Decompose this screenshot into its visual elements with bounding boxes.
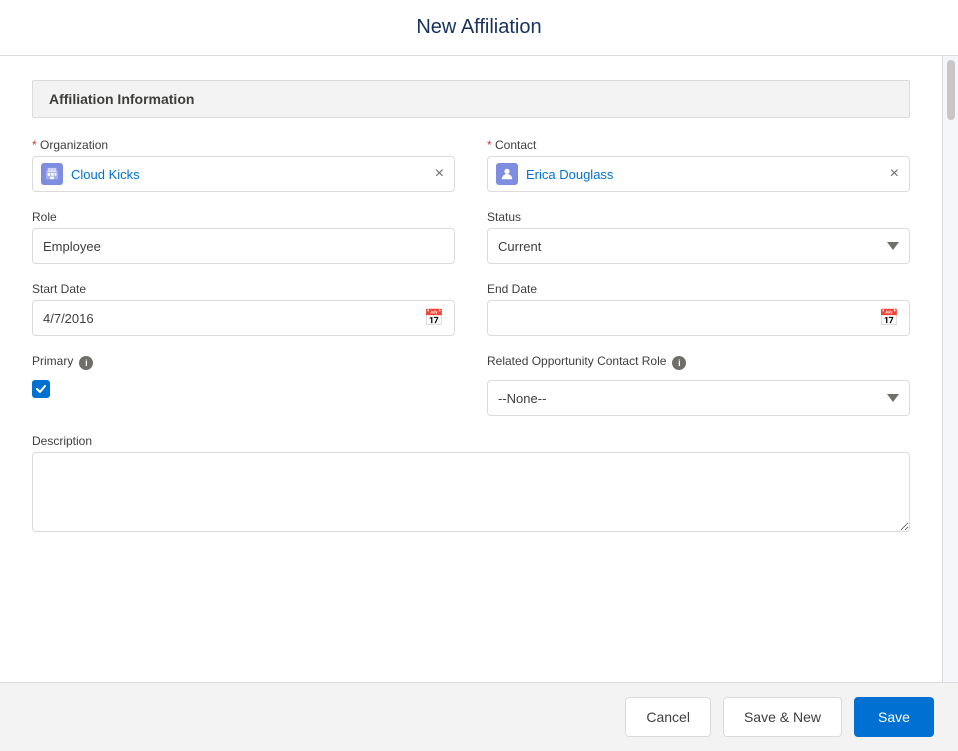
organization-label: Organization — [32, 138, 455, 152]
cancel-button[interactable]: Cancel — [625, 697, 711, 737]
primary-info-icon[interactable]: i — [79, 356, 93, 370]
role-group: Role — [32, 210, 455, 264]
description-group: Description — [32, 434, 910, 532]
modal-content-area[interactable]: Affiliation Information Organization — [0, 56, 942, 682]
primary-group: Primary i — [32, 354, 455, 416]
start-date-field[interactable]: 4/7/2016 📅 — [32, 300, 455, 336]
related-opportunity-label-row: Related Opportunity Contact Role i — [487, 354, 910, 372]
primary-checkbox-wrapper — [32, 380, 455, 398]
contact-value: Erica Douglass — [526, 167, 888, 182]
save-new-button[interactable]: Save & New — [723, 697, 842, 737]
contact-clear-button[interactable]: × — [888, 164, 901, 184]
modal-wrapper: Affiliation Information Organization — [0, 56, 958, 682]
start-date-calendar-icon[interactable]: 📅 — [424, 308, 444, 328]
description-label: Description — [32, 434, 910, 448]
section-label: Affiliation Information — [49, 91, 194, 107]
primary-label: Primary — [32, 354, 73, 368]
contact-group: Contact Erica Douglass × — [487, 138, 910, 192]
organization-group: Organization Cloud Kicks × — [32, 138, 455, 192]
organization-clear-button[interactable]: × — [433, 164, 446, 184]
start-date-label: Start Date — [32, 282, 455, 296]
organization-value: Cloud Kicks — [71, 167, 433, 182]
contact-field[interactable]: Erica Douglass × — [487, 156, 910, 192]
description-textarea[interactable] — [32, 452, 910, 532]
status-group: Status Current --None-- Former — [487, 210, 910, 264]
section-header: Affiliation Information — [32, 80, 910, 118]
status-label: Status — [487, 210, 910, 224]
end-date-group: End Date 📅 — [487, 282, 910, 336]
modal-title: New Affiliation — [24, 16, 934, 39]
end-date-calendar-icon[interactable]: 📅 — [879, 308, 899, 328]
start-date-group: Start Date 4/7/2016 📅 — [32, 282, 455, 336]
primary-checkbox[interactable] — [32, 380, 50, 398]
contact-label: Contact — [487, 138, 910, 152]
primary-label-row: Primary i — [32, 354, 455, 372]
save-button[interactable]: Save — [854, 697, 934, 737]
role-input[interactable] — [32, 228, 455, 264]
status-select[interactable]: Current --None-- Former — [487, 228, 910, 264]
contact-icon — [496, 163, 518, 185]
form-grid: Organization Cloud Kicks × — [32, 138, 910, 532]
related-opportunity-group: Related Opportunity Contact Role i --Non… — [487, 354, 910, 416]
related-opportunity-info-icon[interactable]: i — [672, 356, 686, 370]
related-opportunity-label: Related Opportunity Contact Role — [487, 354, 666, 368]
modal-header: New Affiliation — [0, 0, 958, 56]
organization-field[interactable]: Cloud Kicks × — [32, 156, 455, 192]
modal-footer: Cancel Save & New Save — [0, 682, 958, 751]
related-opportunity-select[interactable]: --None-- — [487, 380, 910, 416]
scrollbar-track[interactable] — [942, 56, 958, 682]
start-date-value: 4/7/2016 — [43, 311, 424, 326]
end-date-label: End Date — [487, 282, 910, 296]
organization-icon — [41, 163, 63, 185]
end-date-field[interactable]: 📅 — [487, 300, 910, 336]
scrollbar-thumb[interactable] — [947, 60, 955, 120]
role-label: Role — [32, 210, 455, 224]
